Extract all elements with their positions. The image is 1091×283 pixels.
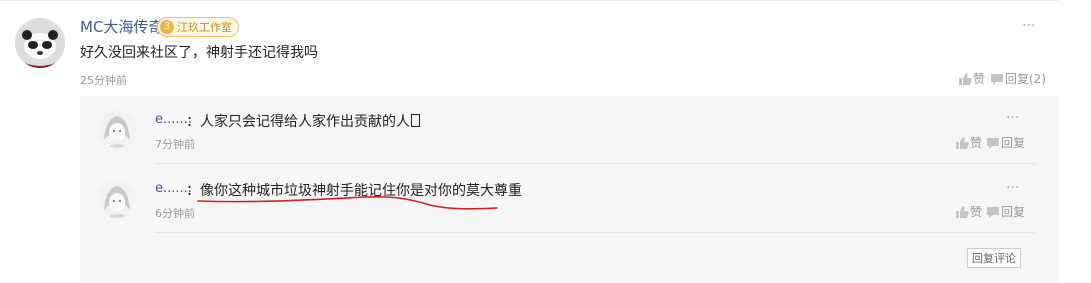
reply-count-label: 回复(2) — [1005, 72, 1046, 86]
reply-divider — [155, 232, 1035, 233]
badge-level: 3 — [160, 20, 174, 34]
anime-avatar-icon — [98, 110, 136, 148]
comment-text: 好久没回来社区了，神射手还记得我吗 — [80, 45, 318, 61]
reply-button[interactable]: 回复 — [986, 134, 1025, 151]
more-options-icon[interactable]: ··· — [1006, 110, 1019, 126]
comment-bubble-icon — [990, 72, 1004, 86]
reply-count-button[interactable]: 回复(2) — [990, 70, 1046, 87]
reply-avatar[interactable] — [98, 180, 136, 218]
reply-label: 回复 — [1001, 136, 1026, 150]
like-label: 赞 — [973, 72, 986, 86]
like-button[interactable]: 赞 — [955, 203, 982, 220]
more-options-icon[interactable]: ··· — [1022, 18, 1035, 34]
comment-bubble-icon — [986, 205, 1000, 219]
red-underline-annotation — [197, 196, 498, 210]
thumbs-up-icon — [955, 205, 969, 219]
top-divider — [0, 0, 1058, 1]
reply-colon: ： — [186, 114, 200, 130]
more-options-icon[interactable]: ··· — [1006, 180, 1019, 196]
anime-avatar-icon — [98, 180, 136, 218]
reply-time: 6分钟前 — [155, 207, 195, 220]
reply-text: ：人家只会记得给人家作出贡献的人 — [186, 111, 420, 131]
page-right-margin — [1058, 0, 1091, 283]
reply-avatar[interactable] — [98, 110, 136, 148]
reply-comment-button[interactable]: 回复评论 — [967, 248, 1021, 268]
comment-time: 25分钟前 — [80, 74, 127, 87]
panda-avatar-icon — [15, 18, 65, 68]
thumbs-up-icon — [955, 136, 969, 150]
missing-glyph-icon — [411, 114, 420, 127]
reply-divider — [155, 163, 1035, 164]
like-button[interactable]: 赞 — [955, 134, 982, 151]
reply-label: 回复 — [1001, 205, 1026, 219]
badge-label: 江玖工作室 — [177, 21, 232, 34]
like-label: 赞 — [970, 205, 983, 219]
reply-button[interactable]: 回复 — [986, 203, 1025, 220]
comment-username[interactable]: MC大海传奇 — [80, 16, 163, 37]
avatar[interactable] — [15, 18, 65, 68]
group-badge[interactable]: 3 江玖工作室 — [157, 17, 239, 37]
thumbs-up-icon — [958, 72, 972, 86]
like-label: 赞 — [970, 136, 983, 150]
reply-content: 人家只会记得给人家作出贡献的人 — [200, 114, 410, 130]
like-button[interactable]: 赞 — [958, 70, 985, 87]
comment-bubble-icon — [986, 136, 1000, 150]
reply-time: 7分钟前 — [155, 138, 195, 151]
